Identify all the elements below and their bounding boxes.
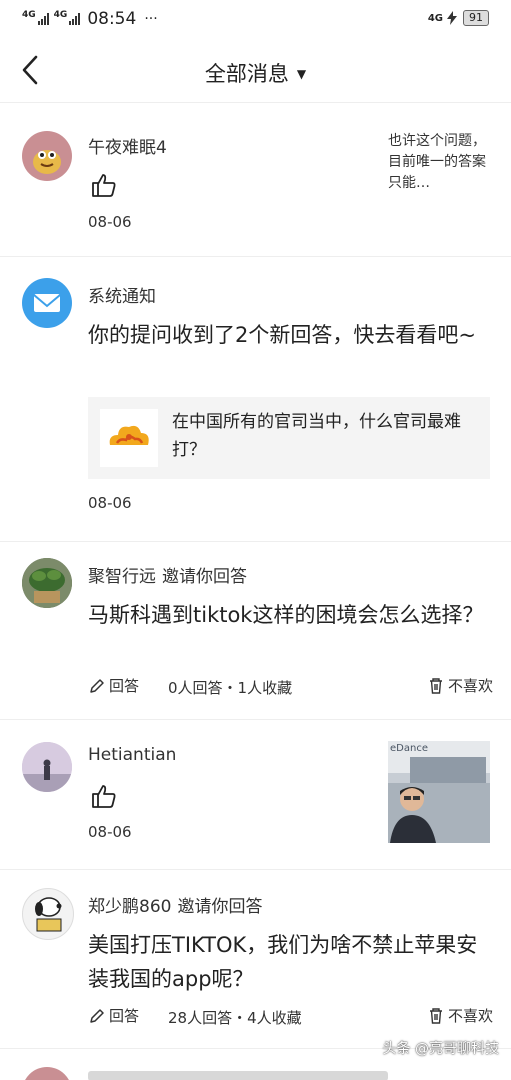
cartoon-avatar-icon (33, 150, 61, 174)
avatar[interactable] (22, 131, 72, 181)
thumbs-up-icon (92, 785, 116, 808)
signal-icon-2 (69, 13, 81, 25)
notification-text[interactable]: 你的提问收到了2个新回答，快去看看吧~ (88, 318, 493, 352)
status-bar: 4G 4G 08:54 ··· 4G 91 (0, 0, 511, 40)
answer-label: 回答 (109, 1007, 140, 1025)
page-title-dropdown[interactable]: 全部消息 ▼ (0, 58, 511, 88)
system-avatar (22, 278, 72, 328)
dislike-button[interactable]: 不喜欢 (428, 675, 493, 696)
answer-label: 回答 (109, 677, 140, 695)
question-title[interactable]: 美国打压TIKTOK，我们为啥不禁止苹果安装我国的app呢？ (88, 928, 493, 996)
answer-button[interactable]: 回答 (88, 675, 139, 696)
person-photo-icon (390, 787, 436, 843)
answer-preview[interactable]: 也许这个问题，目前唯一的答案只能… (388, 131, 496, 194)
status-left: 4G 4G 08:54 ··· (22, 9, 158, 29)
sender-line: 郑少鹏860 邀请你回答 (88, 892, 262, 917)
network-type-1: 4G (22, 9, 36, 20)
status-right: 4G 91 (428, 10, 489, 26)
network-type-2: 4G (53, 9, 68, 20)
action-row: 回答 28人回答・4人收藏 不喜欢 (88, 1005, 493, 1029)
thumbnail-sign-text: eDance (390, 743, 428, 754)
action-row: 回答 0人回答・1人收藏 不喜欢 (88, 675, 493, 699)
answer-stats: 0人回答・1人收藏 (168, 679, 293, 697)
pencil-icon (90, 1008, 104, 1023)
charging-bolt-icon (447, 11, 457, 25)
thumbs-up-icon (92, 174, 116, 197)
timestamp: 08-06 (88, 823, 132, 841)
message-item-like[interactable]: Hetiantian 08-06 eDance (0, 719, 511, 870)
sender-name: 系统通知 (88, 287, 156, 307)
sender-name[interactable]: Hetiantian (88, 745, 176, 765)
answer-button[interactable]: 回答 (88, 1005, 139, 1026)
page-title: 全部消息 (204, 62, 289, 86)
snoopy-avatar-icon (35, 897, 62, 932)
sender-name[interactable]: 郑少鹏860 (88, 897, 171, 917)
partial-text-line (88, 1071, 388, 1080)
nav-bar: 全部消息 ▼ (0, 40, 511, 103)
question-card[interactable]: 在中国所有的官司当中，什么官司最难打？ (88, 397, 490, 479)
invite-text: 邀请你回答 (162, 567, 247, 587)
avatar[interactable] (22, 888, 74, 940)
sender-name[interactable]: 聚智行远 (88, 567, 156, 587)
dislike-button[interactable]: 不喜欢 (428, 1005, 493, 1026)
question-title[interactable]: 马斯科遇到tiktok这样的困境会怎么选择？ (88, 598, 493, 632)
dropdown-triangle-icon: ▼ (296, 67, 307, 81)
signal-icon-1 (37, 13, 50, 25)
trash-icon (429, 677, 442, 694)
message-item-invite[interactable]: 聚智行远 邀请你回答 马斯科遇到tiktok这样的困境会怎么选择？ 回答 0人回答… (0, 541, 511, 720)
timestamp: 08-06 (88, 213, 132, 231)
timestamp: 08-06 (88, 494, 132, 512)
answer-thumbnail[interactable]: eDance (388, 741, 490, 843)
plant-photo-icon (22, 558, 72, 608)
sender-line: 聚智行远 邀请你回答 (88, 562, 247, 587)
question-title: 在中国所有的官司当中，什么官司最难打？ (172, 412, 461, 460)
network-type-right: 4G (427, 12, 443, 24)
message-item-like[interactable]: 午夜难眠4 08-06 也许这个问题，目前唯一的答案只能… (0, 103, 511, 257)
avatar[interactable] (22, 742, 72, 792)
question-thumbnail (100, 409, 158, 467)
avatar[interactable] (22, 558, 72, 608)
invite-text: 邀请你回答 (177, 897, 263, 917)
watermark: 头条 @亮哥聊科技 (382, 1041, 499, 1057)
pencil-icon (90, 678, 104, 693)
clock: 08:54 (87, 9, 137, 29)
mail-icon (33, 294, 61, 312)
message-item-system[interactable]: 系统通知 你的提问收到了2个新回答，快去看看吧~ 在中国所有的官司当中，什么官司… (0, 256, 511, 542)
dislike-label: 不喜欢 (447, 677, 493, 695)
dislike-label: 不喜欢 (447, 1007, 493, 1025)
message-item-invite[interactable]: 郑少鹏860 邀请你回答 美国打压TIKTOK，我们为啥不禁止苹果安装我国的app… (0, 869, 511, 1049)
cloud-logo-icon (109, 425, 149, 445)
silhouette-avatar-icon (22, 742, 72, 792)
sender-name[interactable]: 午夜难眠4 (88, 133, 167, 158)
avatar[interactable] (22, 1067, 72, 1080)
trash-icon (429, 1007, 442, 1024)
answer-stats: 28人回答・4人收藏 (168, 1009, 302, 1027)
battery-icon: 91 (463, 10, 489, 26)
more-notifications-icon: ··· (144, 11, 158, 27)
